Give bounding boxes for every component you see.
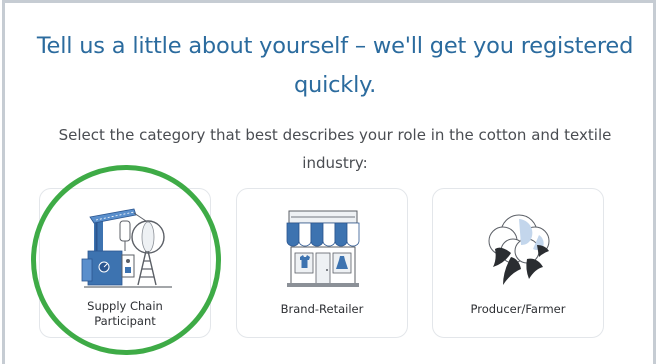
- category-label: Producer/Farmer: [470, 302, 566, 316]
- storefront-icon: [286, 210, 360, 287]
- spinning-machine-icon: [81, 208, 172, 288]
- category-card-supply-chain[interactable]: Supply Chain Participant: [39, 188, 211, 338]
- page-title: Tell us a little about yourself – we'll …: [36, 33, 634, 98]
- registration-panel: Tell us a little about yourself – we'll …: [2, 0, 656, 364]
- category-label: Brand-Retailer: [280, 302, 364, 316]
- category-card-brand-retailer[interactable]: Brand-Retailer: [236, 188, 408, 338]
- category-prompt: Select the category that best describes …: [58, 126, 612, 172]
- category-label: Supply Chain Participant: [40, 299, 210, 329]
- category-card-producer-farmer[interactable]: Producer/Farmer: [432, 188, 604, 338]
- category-label-text: Supply Chain Participant: [87, 299, 163, 328]
- cotton-boll-icon: [488, 214, 550, 285]
